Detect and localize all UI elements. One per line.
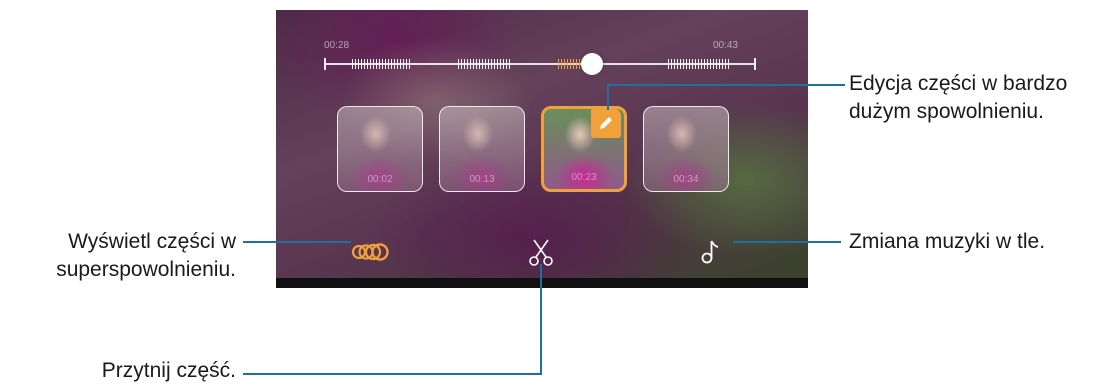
trim-callout-line-v	[540, 264, 542, 374]
timeline-end-cap	[754, 58, 756, 70]
callout-line-1: Wyświetl części w	[68, 230, 236, 253]
time-end-label: 00:43	[712, 40, 738, 51]
slow-motion-icon[interactable]	[351, 242, 389, 262]
clip-time: 00:23	[571, 172, 597, 183]
clip-thumbnail-2[interactable]: 00:13	[439, 106, 525, 192]
music-callout-line	[733, 241, 841, 243]
time-start-label: 00:28	[324, 40, 350, 51]
clip-marker-4	[668, 59, 730, 69]
trim-callout: Przytnij część.	[101, 359, 236, 382]
pencil-icon	[600, 117, 612, 129]
edit-slowmo-callout: Edycja części w bardzo dużym spowolnieni…	[849, 70, 1067, 126]
clip-time: 00:02	[367, 174, 393, 185]
timeline-knob[interactable]	[581, 53, 603, 75]
clip-marker-1	[352, 59, 410, 69]
callout-line-2: dużym spowolnieniu.	[849, 100, 1044, 123]
slowmo-callout-line	[243, 241, 351, 243]
clip-time: 00:13	[469, 174, 495, 185]
edit-callout-line-v	[607, 84, 609, 110]
music-note-icon[interactable]	[700, 238, 722, 264]
phone-screen: 00:28 00:43 00:02 00:13 00:23 00:34	[276, 10, 808, 288]
clip-marker-3	[558, 59, 580, 69]
clip-thumbnail-1[interactable]: 00:02	[337, 106, 423, 192]
view-slowmo-callout: Wyświetl części w superspowolnieniu.	[4, 228, 236, 284]
edit-clip-button[interactable]	[591, 108, 621, 138]
edit-callout-line-h	[607, 84, 845, 86]
callout-line-2: superspowolnieniu.	[56, 258, 236, 281]
timeline-start-cap	[324, 58, 326, 70]
callout-line-1: Edycja części w bardzo	[849, 72, 1068, 95]
clip-marker-2	[458, 59, 512, 69]
clip-time: 00:34	[673, 174, 699, 185]
scissors-icon[interactable]	[528, 238, 554, 266]
change-music-callout: Zmiana muzyki w tle.	[849, 230, 1046, 253]
clip-thumbnail-4[interactable]: 00:34	[643, 106, 729, 192]
trim-callout-line-h	[243, 373, 542, 375]
